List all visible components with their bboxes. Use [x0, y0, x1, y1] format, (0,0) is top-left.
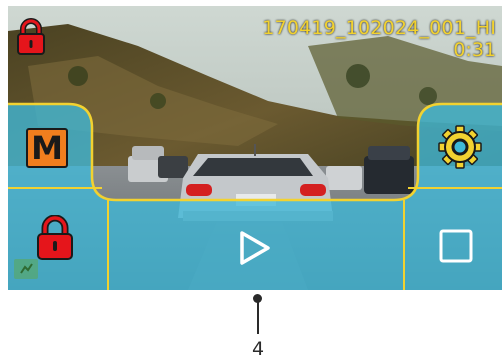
mode-label: M — [31, 129, 63, 167]
callout-number: 4 — [251, 338, 265, 360]
play-icon[interactable] — [235, 228, 273, 268]
lock-icon — [17, 18, 45, 55]
gear-icon[interactable] — [436, 123, 484, 171]
playback-time: 0:31 — [453, 39, 496, 61]
dashcam-screen: 170419_102024_001_HI 0:31 M — [8, 6, 502, 290]
mode-button[interactable]: M — [26, 128, 72, 170]
recording-filename: 170419_102024_001_HI — [262, 17, 496, 39]
lock-button[interactable] — [35, 215, 75, 261]
callout-line — [257, 298, 259, 334]
parking-icon — [14, 259, 38, 279]
stop-icon[interactable] — [438, 228, 474, 264]
